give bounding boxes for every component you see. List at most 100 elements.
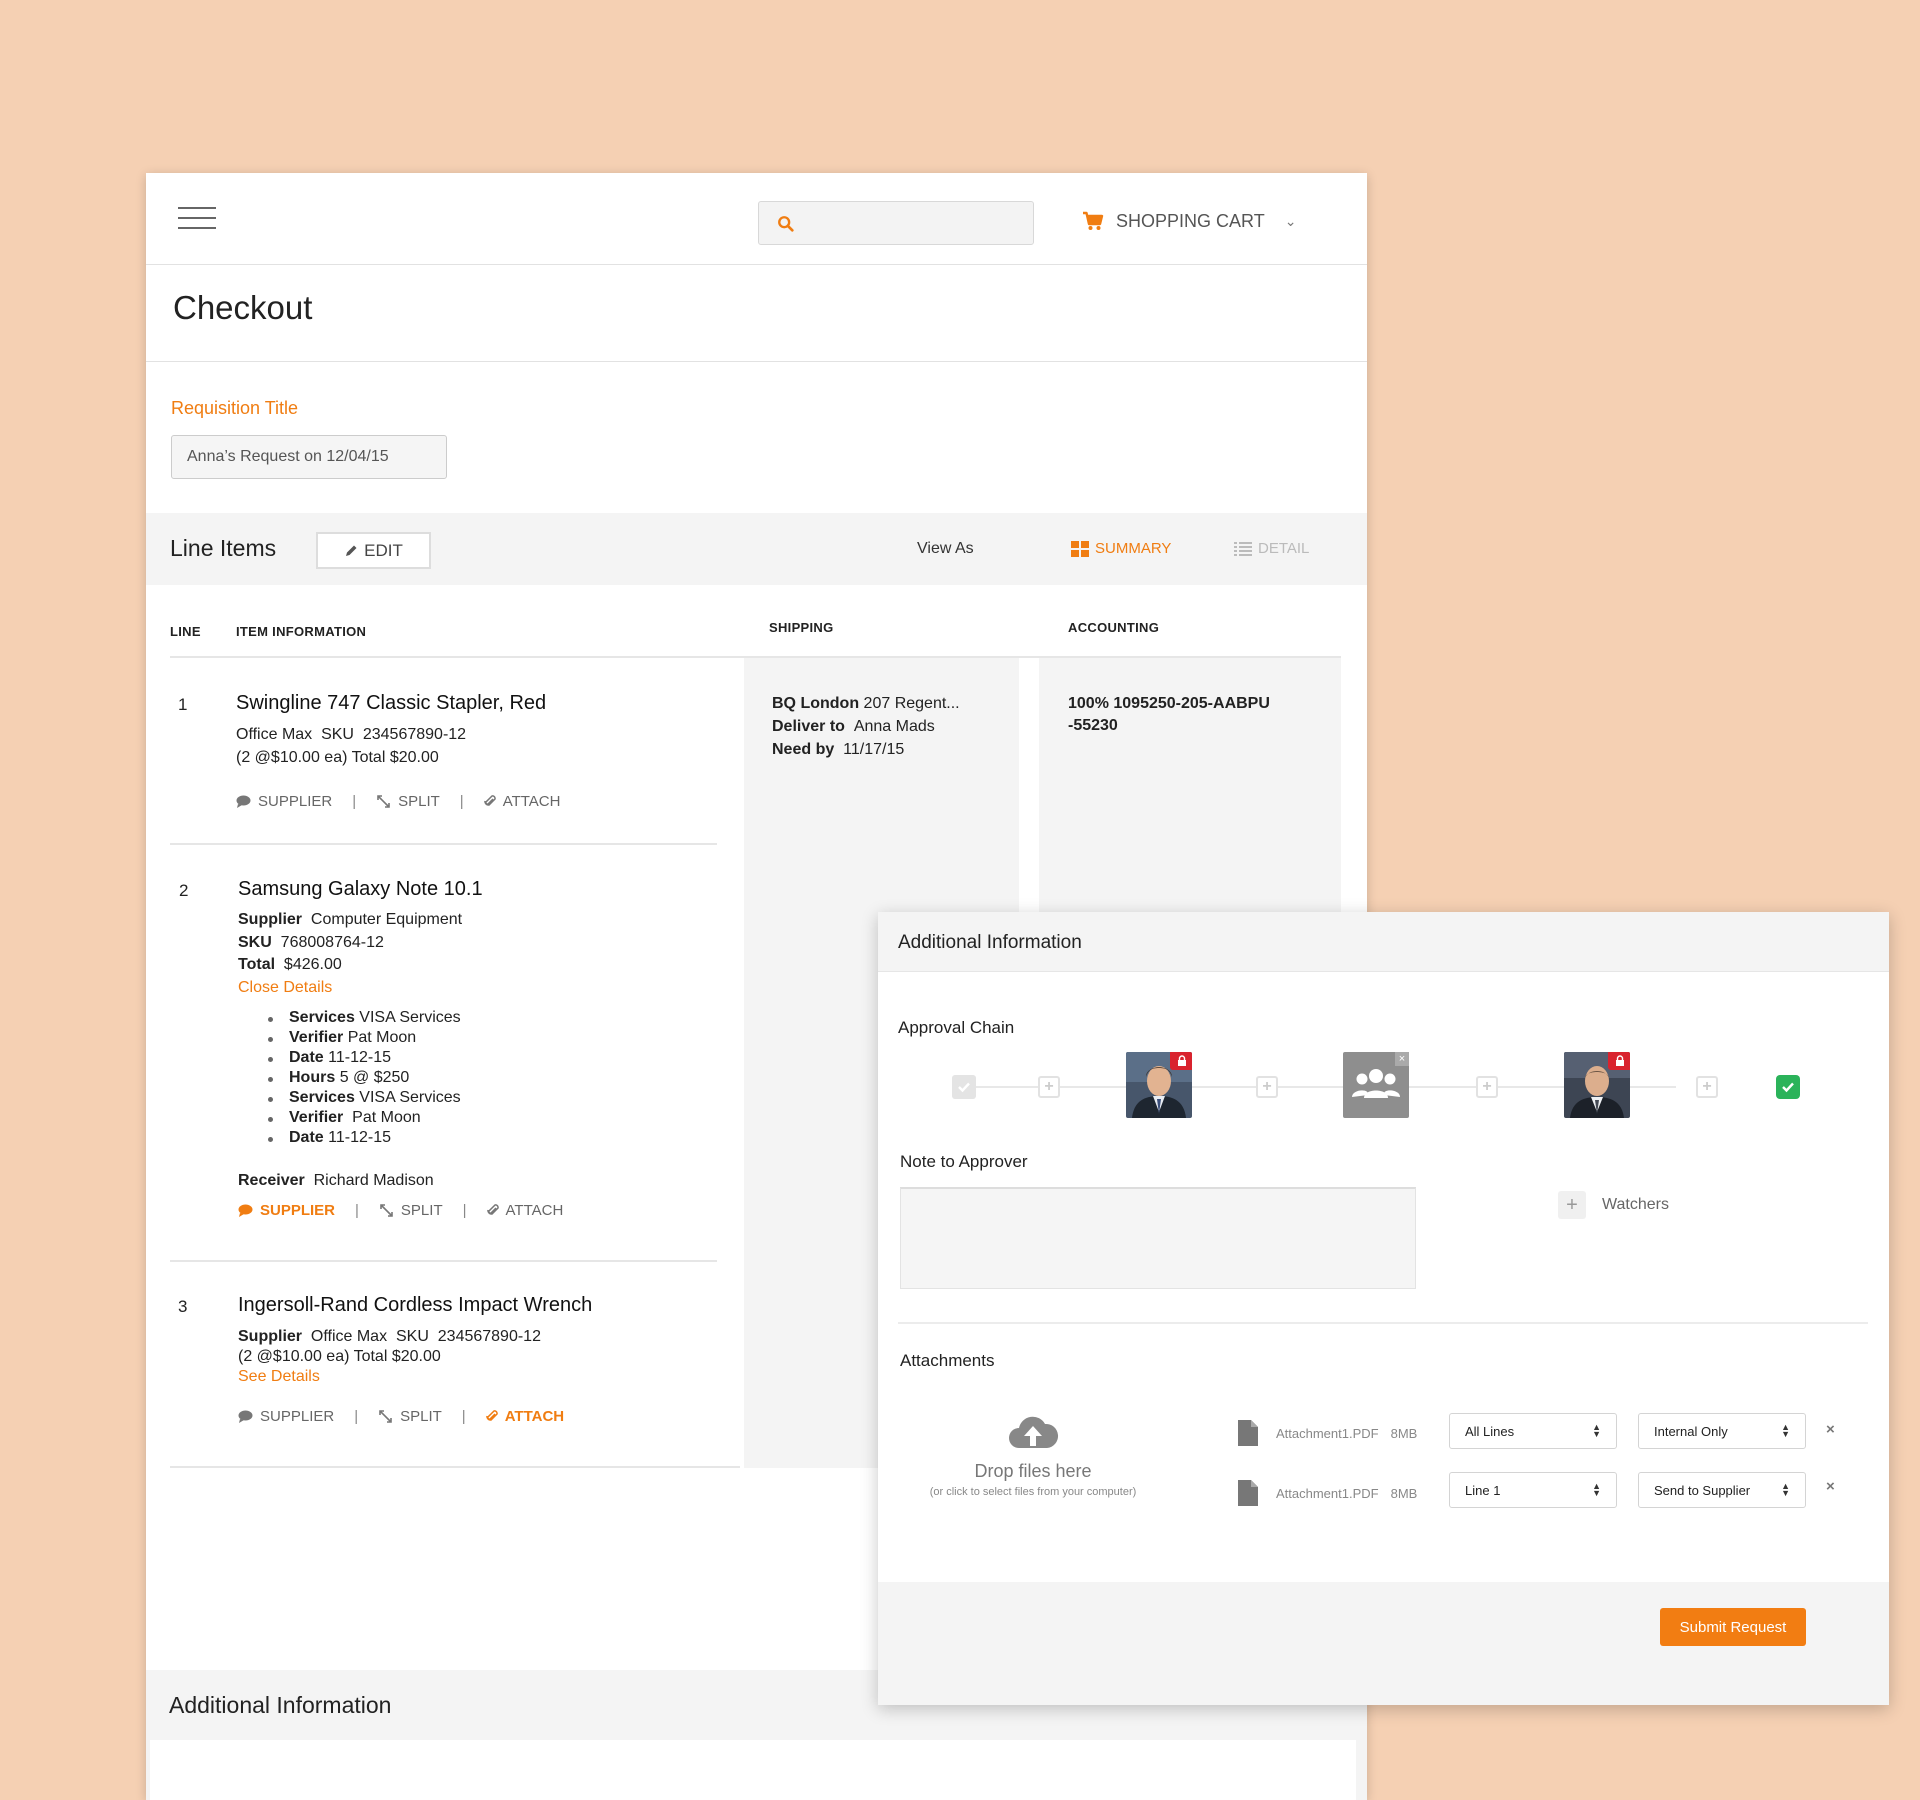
supplier-value: Computer Equipment — [310, 911, 463, 928]
add-approver-button[interactable]: + — [1256, 1076, 1278, 1098]
line-items-toolbar: Line Items EDIT View As SUMMARY DETAIL — [146, 513, 1367, 585]
check-icon — [952, 1075, 976, 1099]
chevron-down-icon: ⌄ — [1284, 212, 1297, 229]
sku-value: 768008764-12 — [280, 934, 384, 951]
detail-label: DETAIL — [1258, 540, 1310, 557]
watchers-label: Watchers — [1602, 1196, 1669, 1213]
line-number: 3 — [178, 1297, 188, 1316]
attachment-visibility-select[interactable]: Send to Supplier ▲ ▼ — [1638, 1472, 1806, 1508]
page-title: Checkout — [173, 289, 313, 326]
drop-text: Drop files here — [974, 1461, 1092, 1481]
select-arrows-icon: ▲ ▼ — [1592, 1422, 1601, 1439]
attachment-name[interactable]: Attachment1.PDF — [1276, 1486, 1379, 1501]
split-action[interactable]: SPLIT — [376, 793, 440, 810]
select-arrows-icon: ▲ ▼ — [1781, 1481, 1790, 1498]
attach-action[interactable]: ATTACH — [483, 793, 561, 810]
supplier-label: SUPPLIER — [260, 1408, 335, 1425]
attachment-scope-select[interactable]: Line 1 ▲ ▼ — [1449, 1472, 1617, 1508]
supplier-action[interactable]: SUPPLIER — [238, 1408, 334, 1425]
comment-icon — [238, 1204, 253, 1217]
list-item: Date 11-12-15 — [268, 1129, 461, 1149]
shopping-cart-menu[interactable]: SHOPPING CART ⌄ — [1082, 209, 1296, 233]
approved-check-icon — [1776, 1075, 1800, 1099]
note-to-approver-input[interactable] — [900, 1187, 1416, 1289]
item-price-total: (2 @$10.00 ea) Total $20.00 — [238, 1348, 441, 1365]
attachment-scope-select[interactable]: All Lines ▲ ▼ — [1449, 1413, 1617, 1449]
item-supplier: Supplier Computer Equipment — [238, 911, 462, 929]
submit-request-button[interactable]: Submit Request — [1660, 1608, 1806, 1646]
supplier-action[interactable]: SUPPLIER — [238, 1202, 335, 1219]
summary-label: SUMMARY — [1095, 540, 1172, 557]
attachment-size: 8MB — [1390, 1485, 1418, 1501]
attach-label: ATTACH — [504, 1408, 565, 1425]
close-icon[interactable]: × — [1395, 1052, 1409, 1066]
total-label: Total — [238, 956, 276, 973]
detail-label: Date — [289, 1129, 324, 1146]
line-actions: SUPPLIER | SPLIT | ATTACH — [238, 1408, 564, 1425]
top-bar: SHOPPING CART ⌄ — [146, 173, 1367, 265]
paperclip-icon — [485, 1410, 498, 1421]
item-total: Total $426.00 — [238, 956, 342, 974]
approver-avatar[interactable] — [1564, 1052, 1630, 1118]
supplier-action[interactable]: SUPPLIER — [236, 793, 332, 810]
sku-value: 234567890-12 — [362, 726, 467, 743]
attachment-name[interactable]: Attachment1.PDF — [1276, 1426, 1379, 1441]
select-value: Internal Only — [1654, 1423, 1728, 1439]
supplier-label: SUPPLIER — [258, 793, 333, 810]
detail-label: Services — [289, 1009, 355, 1026]
select-value: Line 1 — [1465, 1482, 1501, 1498]
attachment-visibility-select[interactable]: Internal Only ▲ ▼ — [1638, 1413, 1806, 1449]
split-label: SPLIT — [400, 1408, 442, 1425]
accounting-code: 100% 1095250-205-AABPU — [1068, 695, 1270, 712]
see-details-link[interactable]: See Details — [238, 1368, 320, 1386]
need-by: Need by 11/17/15 — [772, 741, 904, 759]
row-divider — [170, 1260, 717, 1262]
modal-title: Additional Information — [898, 932, 1082, 953]
detail-value: 11-12-15 — [328, 1129, 391, 1146]
add-approver-button[interactable]: + — [1696, 1076, 1718, 1098]
pencil-icon — [346, 545, 357, 556]
remove-attachment-icon[interactable]: × — [1826, 1421, 1835, 1438]
edit-button[interactable]: EDIT — [316, 532, 431, 569]
approver-group-avatar[interactable]: × — [1343, 1052, 1409, 1118]
comment-icon — [236, 795, 251, 808]
item-supplier-sku: Office Max SKU 234567890-12 — [236, 726, 466, 744]
plus-icon: + — [1558, 1191, 1586, 1219]
attach-action[interactable]: ATTACH — [486, 1202, 563, 1219]
split-action[interactable]: SPLIT — [379, 1202, 443, 1219]
split-action[interactable]: SPLIT — [378, 1408, 442, 1425]
add-watchers-button[interactable]: + Watchers — [1558, 1191, 1669, 1219]
supplier-value: Office Max — [310, 1328, 388, 1345]
modal-footer: Submit Request — [878, 1582, 1889, 1705]
attach-action[interactable]: ATTACH — [485, 1408, 565, 1425]
approver-avatar[interactable] — [1126, 1052, 1192, 1118]
close-details-link[interactable]: Close Details — [238, 979, 332, 997]
add-approver-button[interactable]: + — [1476, 1076, 1498, 1098]
header-divider — [170, 656, 1341, 658]
edit-label: EDIT — [364, 540, 403, 560]
add-approver-button[interactable]: + — [1038, 1076, 1060, 1098]
detail-value: VISA Services — [359, 1089, 461, 1106]
search-input[interactable] — [758, 201, 1034, 245]
summary-view-button[interactable]: SUMMARY — [1071, 540, 1171, 557]
supplier-label: Supplier — [238, 1328, 303, 1345]
paperclip-icon — [483, 795, 496, 806]
row-divider — [170, 843, 717, 845]
list-item: Services VISA Services — [268, 1009, 461, 1029]
detail-label: Verifier — [289, 1109, 344, 1126]
receiver-value: Richard Madison — [313, 1172, 434, 1189]
approval-chain-label: Approval Chain — [898, 1018, 1015, 1037]
attach-label: ATTACH — [502, 793, 561, 810]
requisition-title-input[interactable] — [171, 435, 447, 479]
split-icon — [379, 1410, 392, 1423]
detail-value: 11-12-15 — [328, 1049, 391, 1066]
comment-icon — [238, 1410, 253, 1423]
detail-view-button[interactable]: DETAIL — [1234, 540, 1309, 557]
file-dropzone[interactable]: Drop files here (or click to select file… — [908, 1412, 1158, 1512]
menu-icon[interactable] — [178, 207, 216, 231]
remove-attachment-icon[interactable]: × — [1826, 1478, 1835, 1495]
divider — [898, 1322, 1868, 1324]
section-body — [150, 1740, 1356, 1800]
item-title: Samsung Galaxy Note 10.1 — [238, 878, 483, 900]
requisition-title-label: Requisition Title — [171, 398, 299, 418]
